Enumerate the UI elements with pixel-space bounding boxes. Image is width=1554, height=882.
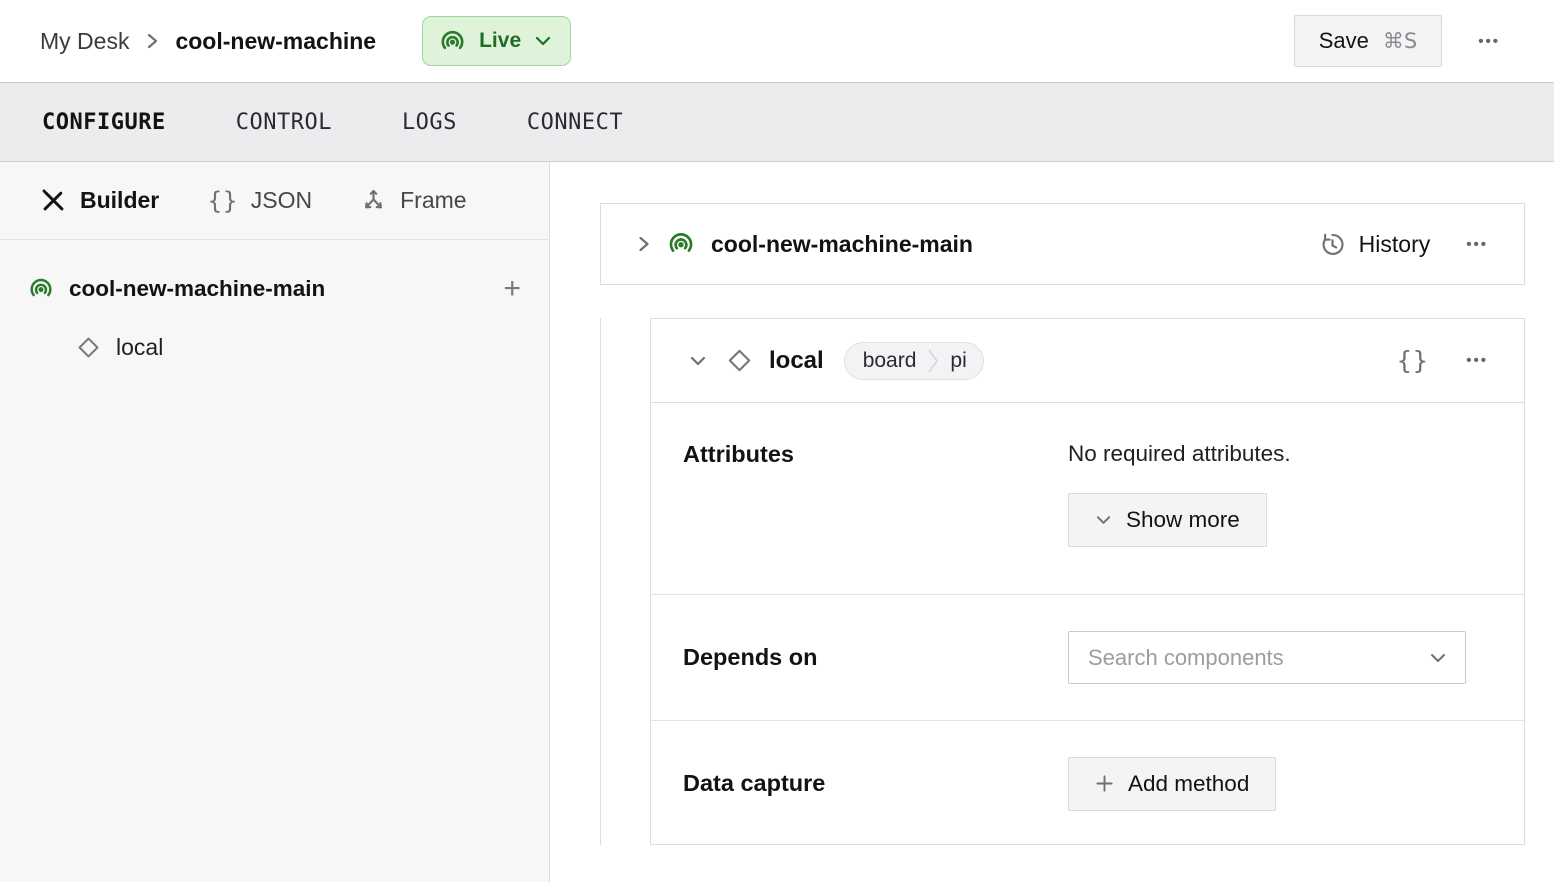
- tab-connect[interactable]: CONNECT: [525, 104, 625, 141]
- attributes-empty-text: No required attributes.: [1068, 441, 1492, 467]
- save-button-label: Save: [1319, 28, 1369, 54]
- mode-json-label: JSON: [251, 187, 312, 214]
- chevron-down-icon: [688, 354, 708, 368]
- component-menu-button[interactable]: •••: [1456, 344, 1498, 377]
- depends-on-label: Depends on: [683, 644, 1068, 671]
- configure-sidebar: Builder {} JSON Frame: [0, 162, 550, 882]
- machine-part-title: cool-new-machine-main: [711, 231, 973, 258]
- attributes-content: No required attributes. Show more: [1068, 441, 1492, 547]
- part-card-menu-button[interactable]: •••: [1456, 228, 1498, 261]
- save-button[interactable]: Save ⌘S: [1294, 15, 1443, 67]
- frame-axes-icon: [360, 187, 387, 214]
- add-method-label: Add method: [1128, 771, 1249, 797]
- breadcrumb: My Desk cool-new-machine: [40, 28, 376, 55]
- chevron-right-icon: [927, 346, 939, 376]
- show-more-button[interactable]: Show more: [1068, 493, 1267, 547]
- machine-status-label: Live: [479, 29, 521, 53]
- depends-on-content: [1068, 631, 1492, 684]
- chevron-down-icon: [534, 35, 552, 47]
- mode-frame[interactable]: Frame: [360, 187, 466, 214]
- data-capture-section: Data capture Add method: [651, 720, 1524, 846]
- machine-part-icon: [667, 230, 695, 258]
- ellipsis-icon: •••: [1466, 352, 1488, 369]
- mode-frame-label: Frame: [400, 187, 466, 214]
- braces-icon: {}: [1396, 346, 1428, 375]
- add-method-button[interactable]: Add method: [1068, 757, 1276, 811]
- machine-tab-bar: CONFIGURE CONTROL LOGS CONNECT: [0, 82, 1554, 162]
- top-bar: My Desk cool-new-machine Live Save ⌘S: [0, 0, 1554, 82]
- tab-logs[interactable]: LOGS: [400, 104, 459, 141]
- chevron-down-icon: [1429, 652, 1447, 664]
- depends-on-section: Depends on: [651, 594, 1524, 720]
- machine-status-dropdown[interactable]: Live: [422, 16, 571, 66]
- expand-part-button[interactable]: [632, 229, 655, 259]
- component-card-local: local board pi {} •••: [650, 318, 1525, 845]
- depends-on-select[interactable]: [1068, 631, 1466, 684]
- tools-icon: [40, 187, 67, 214]
- show-more-label: Show more: [1126, 507, 1240, 533]
- search-components-input[interactable]: [1088, 645, 1429, 671]
- braces-icon: {}: [207, 187, 238, 215]
- plus-icon: [1095, 774, 1114, 793]
- component-diamond-icon: [76, 335, 101, 360]
- tab-control[interactable]: CONTROL: [234, 104, 334, 141]
- tree-item-component-local-label: local: [116, 334, 163, 361]
- attributes-label: Attributes: [683, 441, 1068, 468]
- data-capture-label: Data capture: [683, 770, 1068, 797]
- collapse-component-button[interactable]: [684, 350, 712, 372]
- machine-part-card: cool-new-machine-main History •••: [600, 203, 1525, 285]
- history-button-label: History: [1359, 231, 1431, 258]
- history-button[interactable]: History: [1319, 231, 1431, 258]
- component-card-header: local board pi {} •••: [651, 319, 1524, 403]
- add-component-button[interactable]: +: [501, 274, 523, 304]
- ellipsis-icon: •••: [1478, 33, 1500, 50]
- mode-json[interactable]: {} JSON: [207, 187, 312, 215]
- edit-json-button[interactable]: {}: [1396, 346, 1428, 375]
- save-shortcut-hint: ⌘S: [1383, 29, 1417, 53]
- configure-main-panel: cool-new-machine-main History •••: [550, 162, 1554, 882]
- attributes-section: Attributes No required attributes. Show …: [651, 403, 1524, 594]
- mode-builder[interactable]: Builder: [40, 187, 159, 214]
- breadcrumb-parent-link[interactable]: My Desk: [40, 28, 129, 55]
- machine-resource-tree: cool-new-machine-main + local: [0, 240, 549, 376]
- component-model: pi: [950, 349, 966, 373]
- data-capture-content: Add method: [1068, 757, 1492, 811]
- component-type: board: [863, 349, 917, 373]
- tree-item-machine-part-label: cool-new-machine-main: [69, 276, 325, 302]
- history-clock-icon: [1319, 231, 1346, 258]
- view-mode-switcher: Builder {} JSON Frame: [0, 162, 549, 240]
- tab-configure[interactable]: CONFIGURE: [40, 104, 168, 141]
- tree-indent-line: [600, 318, 601, 845]
- chevron-right-icon: [636, 233, 651, 255]
- machine-part-icon: [28, 276, 54, 302]
- chevron-right-icon: [145, 30, 159, 52]
- component-type-model-chip: board pi: [844, 342, 984, 380]
- broadcast-icon: [439, 28, 466, 55]
- chevron-down-icon: [1095, 514, 1112, 526]
- breadcrumb-current: cool-new-machine: [175, 28, 376, 55]
- component-title: local: [769, 347, 824, 375]
- viam-machine-page: My Desk cool-new-machine Live Save ⌘S: [0, 0, 1554, 882]
- component-diamond-icon: [726, 347, 753, 374]
- mode-builder-label: Builder: [80, 187, 159, 214]
- tree-item-component-local[interactable]: local: [0, 318, 549, 376]
- tree-item-machine-part[interactable]: cool-new-machine-main +: [0, 260, 549, 318]
- ellipsis-icon: •••: [1466, 236, 1488, 253]
- content-row: Builder {} JSON Frame: [0, 162, 1554, 882]
- topbar-overflow-menu-button[interactable]: •••: [1468, 25, 1510, 58]
